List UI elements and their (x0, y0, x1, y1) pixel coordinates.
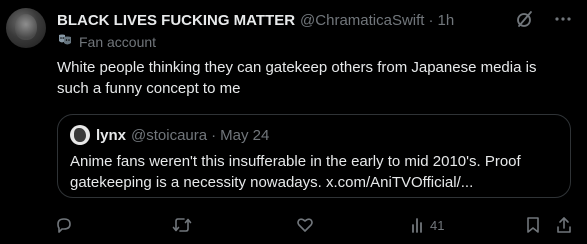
views-icon (410, 216, 426, 234)
bookmark-icon (525, 216, 541, 234)
quote-timestamp: May 24 (220, 126, 270, 144)
separator: · (211, 126, 217, 144)
share-button[interactable] (555, 213, 573, 237)
quote-text: Anime fans weren't this insufferable in … (70, 153, 521, 191)
header-actions (515, 9, 573, 29)
quote-display-name: lynx (96, 126, 127, 144)
tweet-text: White people thinking they can gatekeep … (57, 59, 537, 97)
views-count: 41 (430, 217, 445, 233)
quote-user-handle: @stoicaura (131, 126, 208, 144)
user-handle[interactable]: @ChramaticaSwift (300, 12, 424, 29)
display-name[interactable]: BLACK LIVES FUCKING MATTER (57, 12, 295, 29)
like-icon (296, 216, 314, 234)
separator: · (428, 11, 434, 29)
quote-header: lynx @stoicaura · May 24 (70, 125, 269, 145)
fan-account-label: Fan account (79, 34, 157, 50)
avatar[interactable] (6, 8, 46, 48)
more-options-icon[interactable] (553, 9, 573, 29)
account-label: Fan account (57, 33, 156, 51)
retweet-button[interactable] (172, 213, 192, 237)
retweet-icon (172, 216, 192, 234)
timestamp[interactable]: 1h (437, 12, 454, 29)
quote-avatar (70, 125, 90, 145)
share-icon (555, 216, 573, 234)
reply-button[interactable] (55, 213, 73, 237)
action-bar: 41 (0, 213, 587, 237)
like-button[interactable] (296, 213, 314, 237)
masks-icon (57, 32, 73, 53)
views-button[interactable]: 41 (410, 213, 444, 237)
reply-icon (55, 216, 73, 234)
bookmark-button[interactable] (525, 213, 541, 237)
tweet-header: BLACK LIVES FUCKING MATTER @ChramaticaSw… (57, 10, 454, 30)
tweet[interactable]: BLACK LIVES FUCKING MATTER @ChramaticaSw… (0, 0, 587, 244)
grok-icon[interactable] (515, 9, 535, 29)
quoted-tweet[interactable]: lynx @stoicaura · May 24 Anime fans were… (57, 114, 571, 198)
